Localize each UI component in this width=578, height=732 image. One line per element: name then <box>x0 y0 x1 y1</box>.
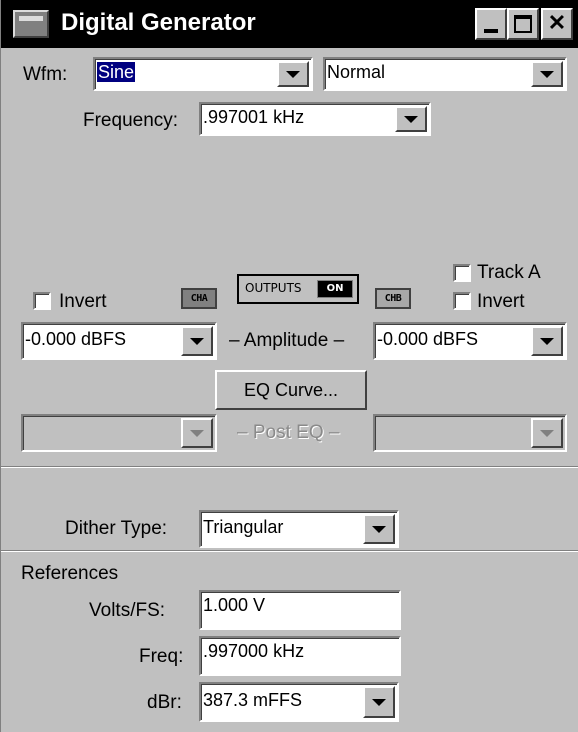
amplitude-a-value: -0.000 dBFS <box>25 329 127 349</box>
frequency-value: .997001 kHz <box>203 107 305 127</box>
close-icon: ✕ <box>547 10 567 35</box>
outputs-toggle-button[interactable]: OUTPUTS ON <box>237 274 359 304</box>
waveform-label: Wfm: <box>23 64 68 85</box>
section-divider-1 <box>1 466 578 468</box>
digital-generator-window: Digital Generator ✕ Wfm: Sine Normal Fre… <box>0 0 578 732</box>
amplitude-b-field[interactable]: -0.000 dBFS <box>373 322 567 360</box>
window-title: Digital Generator <box>61 9 256 36</box>
dbr-label: dBr: <box>147 692 182 713</box>
invert-a-checkbox[interactable] <box>33 292 51 310</box>
amplitude-b-value: -0.000 dBFS <box>377 329 479 349</box>
dither-type-dropdown-button[interactable] <box>363 514 395 544</box>
frequency-label: Frequency: <box>83 110 179 131</box>
amplitude-a-field[interactable]: -0.000 dBFS <box>21 322 217 360</box>
post-eq-b-dropdown-button <box>531 418 563 448</box>
invert-b-label: Invert <box>477 291 525 312</box>
waveform-value: Sine <box>97 62 136 82</box>
minimize-button[interactable] <box>475 8 507 40</box>
maximize-icon <box>514 15 532 33</box>
post-eq-b-select <box>373 414 567 452</box>
maximize-button[interactable] <box>507 8 539 40</box>
ref-freq-label: Freq: <box>139 646 184 667</box>
frequency-unit-dropdown-button[interactable] <box>395 106 427 132</box>
window-menu-icon[interactable] <box>13 10 49 38</box>
volts-fs-value: 1.000 V <box>203 595 266 615</box>
title-bar[interactable]: Digital Generator ✕ <box>1 0 578 48</box>
outputs-label: OUTPUTS <box>245 281 302 295</box>
dbr-unit-dropdown-button[interactable] <box>363 686 395 718</box>
amplitude-b-unit-dropdown-button[interactable] <box>531 326 563 356</box>
track-a-checkbox[interactable] <box>453 264 471 282</box>
ref-freq-value: .997000 kHz <box>203 641 305 661</box>
invert-b-checkbox[interactable] <box>453 292 471 310</box>
dither-type-select[interactable]: Triangular <box>199 510 399 548</box>
chb-indicator: CHB <box>375 288 411 309</box>
waveform-mode-select[interactable]: Normal <box>323 57 567 91</box>
minimize-icon <box>484 29 498 33</box>
dither-type-label: Dither Type: <box>65 518 168 539</box>
section-divider-2 <box>1 550 578 552</box>
waveform-dropdown-button[interactable] <box>277 61 309 87</box>
dbr-value: 387.3 mFFS <box>203 690 303 710</box>
waveform-mode-value: Normal <box>327 62 386 82</box>
references-heading: References <box>21 563 119 584</box>
close-button[interactable]: ✕ <box>541 8 573 40</box>
amplitude-a-unit-dropdown-button[interactable] <box>181 326 213 356</box>
dither-type-value: Triangular <box>203 517 284 537</box>
ref-freq-field[interactable]: .997000 kHz <box>199 636 401 676</box>
invert-a-label: Invert <box>59 291 107 312</box>
post-eq-label: – Post EQ – <box>237 422 340 443</box>
eq-curve-button[interactable]: EQ Curve... <box>215 370 367 410</box>
cha-indicator: CHA <box>181 288 217 309</box>
post-eq-a-select <box>21 414 217 452</box>
waveform-mode-dropdown-button[interactable] <box>531 61 563 87</box>
frequency-field[interactable]: .997001 kHz <box>199 102 431 136</box>
post-eq-a-dropdown-button <box>181 418 213 448</box>
volts-fs-field[interactable]: 1.000 V <box>199 590 401 630</box>
track-a-label: Track A <box>477 262 541 283</box>
amplitude-label: – Amplitude – <box>229 330 345 351</box>
dbr-field[interactable]: 387.3 mFFS <box>199 682 399 722</box>
volts-fs-label: Volts/FS: <box>89 600 166 621</box>
outputs-on-badge: ON <box>317 280 353 298</box>
waveform-select[interactable]: Sine <box>93 57 313 91</box>
